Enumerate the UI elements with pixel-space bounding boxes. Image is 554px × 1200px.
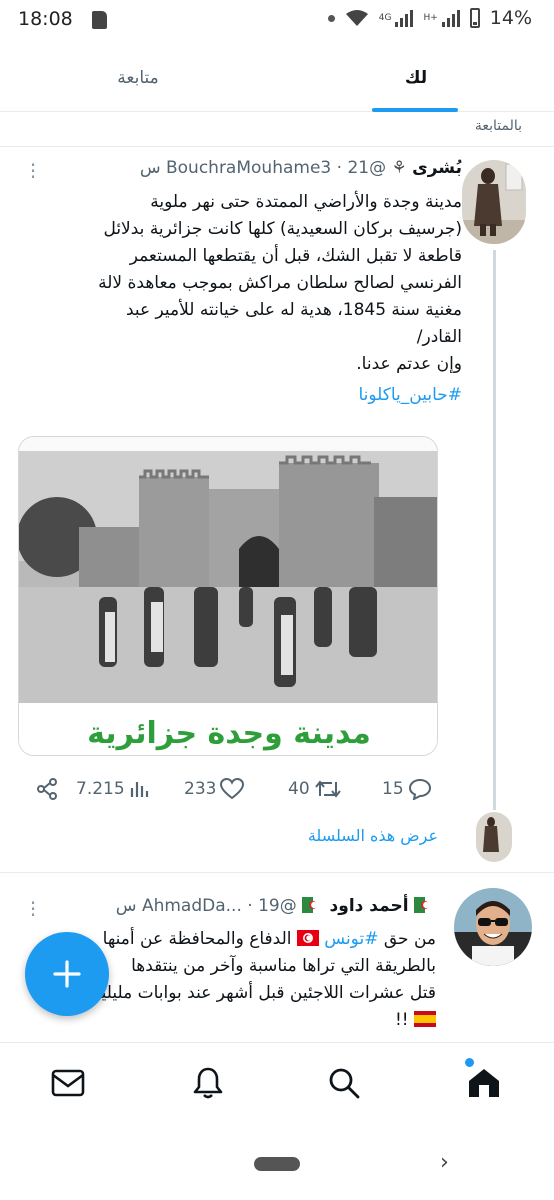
chevron-right-icon[interactable]: › [440, 1150, 449, 1175]
retweet-button[interactable]: 40 [288, 778, 342, 800]
spain-flag-icon [414, 1011, 436, 1027]
battery-percent: 14% [489, 7, 532, 29]
divider [0, 872, 554, 873]
retweets-count: 40 [288, 779, 310, 799]
tweet-2-text-segment: من حق [383, 929, 436, 949]
more-options-icon[interactable]: · · · [28, 155, 38, 187]
retweet-icon [314, 780, 341, 798]
tweet-2-display-name[interactable]: أحمد داود [330, 896, 409, 916]
views-button[interactable]: 7.215 [76, 779, 149, 799]
bell-icon [193, 1067, 223, 1099]
algeria-flag-icon [302, 897, 325, 913]
flower-emoji-icon: ⚘ [391, 158, 407, 178]
timeline-tabs: متابعة لك [0, 44, 554, 112]
plus-icon [53, 960, 81, 988]
sd-card-icon [92, 11, 107, 29]
avatar-ahmad[interactable] [454, 888, 532, 966]
views-count: 7.215 [76, 779, 125, 799]
tab-following[interactable]: متابعة [96, 44, 180, 112]
wifi-icon [345, 10, 368, 26]
status-right: 4G H+ 14% [327, 7, 532, 29]
avatar-bouchra-small[interactable] [476, 812, 512, 862]
home-icon [469, 1069, 499, 1097]
tweet-1-line: وإن عدتم عدنا. [356, 354, 462, 374]
reply-button[interactable]: 15 [382, 778, 432, 800]
tweet-1-image[interactable]: مدينة وجدة جزائرية [18, 436, 438, 756]
tab-for-you[interactable]: لك [374, 44, 458, 112]
nav-home[interactable] [464, 1058, 504, 1103]
tweet-1-display-name[interactable]: بُشرى [412, 158, 462, 178]
nav-messages[interactable] [48, 1063, 88, 1103]
image-caption: مدينة وجدة جزائرية [87, 716, 371, 751]
network-2-label: H+ [423, 12, 438, 23]
battery-icon [469, 8, 480, 28]
divider [0, 146, 554, 147]
network-1-label: 4G [378, 12, 392, 23]
tweet-1-header: بُشرى ⚘ @BouchraMouhame3 · 21 س [140, 158, 462, 178]
avatar-bouchra[interactable] [462, 160, 526, 244]
bottom-nav [0, 1042, 554, 1124]
algeria-flag-icon [414, 897, 436, 913]
like-button[interactable]: 233 [184, 778, 245, 800]
system-nav-bar: › [0, 1124, 554, 1200]
tweet-1-hashtag[interactable]: #حابين_ياكلونا [32, 382, 462, 409]
replies-count: 15 [382, 779, 404, 799]
tweet-1-separator: · [336, 158, 343, 178]
tweet-2-header: أحمد داود @AhmadDa... · 19 س [116, 896, 436, 916]
tweet-2-separator: · [247, 896, 253, 916]
tweet-2-text-segment: الدفاع والمحافظة عن أمنها [102, 929, 292, 949]
screen: 18:08 4G H+ 14% متابعة لك بالمتابعة بُشر… [0, 0, 554, 1200]
tweet-1-line: قاطعة لا تقبل الشك، قبل أن يقتطعها المست… [129, 246, 462, 266]
tweet-2-hashtag[interactable]: #تونس [324, 929, 378, 949]
nav-search[interactable] [324, 1063, 364, 1103]
views-icon [130, 782, 148, 797]
show-thread-link[interactable]: عرض هذه السلسلة [308, 826, 438, 845]
status-bar: 18:08 4G H+ 14% [0, 0, 554, 40]
likes-count: 233 [184, 779, 217, 799]
mail-icon [51, 1069, 85, 1097]
home-gesture-pill[interactable] [254, 1157, 300, 1171]
share-icon [37, 778, 57, 800]
heart-icon [220, 778, 245, 800]
tunisia-flag-icon [296, 930, 319, 946]
more-options-icon[interactable]: · · · [28, 893, 38, 925]
tweet-1-line: الفرنسي لصالح سلطان مراكش بموجب معاهدة ل… [98, 273, 462, 293]
share-button[interactable] [36, 778, 58, 800]
signal-2-icon [441, 9, 460, 27]
compose-button[interactable] [25, 932, 109, 1016]
tweet-1-line: (جرسيف بركان السعيدية) كلها كانت جزائرية… [103, 219, 462, 239]
historic-photo: مدينة وجدة جزائرية [19, 437, 437, 755]
notification-dot-icon [327, 14, 335, 22]
tweet-1-line: مغنية سنة 1845، هدية له على خيانته للأمي… [125, 300, 462, 320]
reply-icon [408, 778, 431, 800]
tweet-1-line: القادر/ [416, 327, 462, 347]
tweet-2-exclamation: !! [394, 1010, 409, 1030]
tweet-1-text: مدينة وجدة والأراضي الممتدة حتى نهر ملوي… [32, 189, 462, 409]
new-posts-dot-icon [465, 1058, 474, 1067]
status-time: 18:08 [18, 8, 73, 30]
tweet-1-line: مدينة وجدة والأراضي الممتدة حتى نهر ملوي… [150, 192, 462, 212]
search-icon [329, 1068, 360, 1099]
signal-1-icon [395, 9, 414, 27]
tab-selected-indicator [372, 108, 458, 112]
tweet-1-actions: 7.215 233 40 15 [36, 774, 436, 804]
nav-notifications[interactable] [188, 1063, 228, 1103]
thread-line [493, 250, 496, 810]
section-label-following: بالمتابعة [474, 118, 522, 134]
